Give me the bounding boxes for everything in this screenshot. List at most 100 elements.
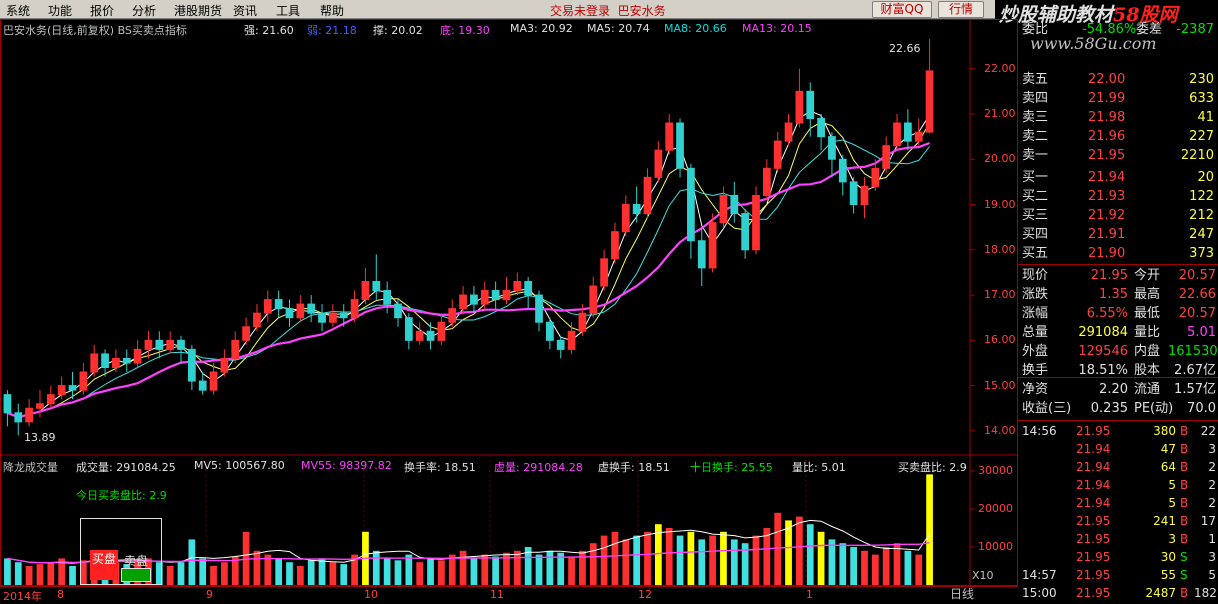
quote-cell: 22.66	[1178, 287, 1216, 302]
volume-bar	[698, 539, 706, 585]
volume-bar	[861, 550, 868, 585]
volume-bar	[676, 535, 684, 585]
quote-cell: 卖一	[1022, 148, 1049, 163]
quote-cell: -54.86%	[1082, 22, 1137, 37]
menu-item-hk-futures[interactable]: 港股期货	[174, 2, 222, 19]
candle-body	[144, 339, 153, 350]
volume-bar	[318, 558, 326, 585]
quote-row: 15:00 21.95 2487 B 182	[1018, 584, 1218, 602]
volume-bar	[470, 558, 478, 585]
quote-cell: S	[1180, 550, 1188, 564]
quote-cell: B	[1180, 496, 1189, 510]
volume-bar	[340, 564, 348, 585]
candle-body	[697, 240, 706, 269]
quote-cell: 21.94	[1088, 170, 1126, 185]
price-tick-label: 22.00	[984, 61, 1016, 75]
quote-cell: 21.99	[1088, 91, 1126, 106]
volume-bar	[839, 543, 847, 585]
candle-body	[838, 158, 847, 183]
quote-cell: 64	[1160, 460, 1176, 474]
quote-row: 21.94 64 B 2	[1018, 458, 1218, 476]
quote-cell: 21.95	[1076, 586, 1111, 600]
quote-cell: 1.57亿	[1174, 382, 1216, 397]
volume-bar	[828, 539, 836, 585]
volume-bar	[926, 474, 933, 585]
volume-bar	[383, 558, 391, 585]
quote-cell: 5	[1168, 478, 1176, 492]
ten-day-turnover: 十日换手: 25.55	[690, 461, 773, 474]
volume-bar	[904, 550, 912, 585]
candle-body	[329, 312, 337, 323]
quote-cell: 633	[1189, 91, 1214, 106]
price-tick-label: 21.00	[984, 106, 1016, 120]
quote-cell: 21.95	[1076, 514, 1111, 528]
volume-bar	[546, 550, 554, 585]
volume-bar	[307, 560, 315, 585]
quote-button[interactable]: 行情	[938, 1, 984, 18]
quote-cell: 外盘	[1022, 344, 1049, 359]
menu-item-analysis[interactable]: 分析	[132, 2, 156, 19]
quote-cell: 21.95	[1076, 568, 1111, 582]
volume-bar	[882, 547, 890, 585]
panel-separator	[1018, 420, 1218, 421]
quote-cell: 21.95	[1076, 424, 1111, 438]
quote-cell: 14:56	[1022, 424, 1057, 438]
menu-item-quote[interactable]: 报价	[90, 2, 114, 19]
candle-body	[437, 321, 446, 341]
menu-item-tools[interactable]: 工具	[276, 2, 300, 19]
menu-item-help[interactable]: 帮助	[320, 2, 344, 19]
volume-bar	[796, 516, 803, 585]
volume-bar	[709, 535, 716, 585]
volume-bar	[14, 562, 22, 585]
daily-tab[interactable]: 日线	[950, 585, 974, 602]
quote-cell: B	[1180, 442, 1189, 456]
candle-body	[101, 353, 109, 369]
menu-item-function[interactable]: 功能	[48, 2, 72, 19]
quote-cell: 15:00	[1022, 586, 1057, 600]
candle-body	[893, 122, 901, 147]
candle-body	[209, 371, 218, 391]
candle-body	[773, 140, 782, 169]
candle-body	[296, 303, 305, 319]
mv5-value: MV5: 100567.80	[194, 459, 285, 472]
quote-row: 收益(三) 0.235 PE(动) 70.0	[1018, 399, 1218, 418]
volume-bar	[687, 531, 695, 585]
quote-cell: 55	[1160, 568, 1176, 582]
wealth-qq-button[interactable]: 财富QQ	[872, 1, 932, 18]
candle-body	[112, 357, 120, 369]
volume-bar	[199, 558, 207, 585]
price-tick-label: 17.00	[984, 288, 1016, 302]
quote-cell: 今开	[1134, 268, 1161, 283]
virtual-turnover: 虚换手: 18.51	[598, 461, 670, 474]
menu-item-system[interactable]: 系统	[6, 2, 30, 19]
ma3-value: MA3: 20.92	[510, 22, 573, 35]
ma-qiang: 强: 21.60	[244, 24, 294, 37]
candle-body	[285, 308, 294, 319]
candle-body	[470, 294, 478, 305]
chart-title: 巴安水务(日线,前复权) BS买卖点指标	[3, 24, 187, 37]
quote-cell: 2	[1208, 496, 1216, 510]
volume-bar	[644, 531, 651, 585]
candle-body	[654, 149, 663, 178]
quote-cell: 最低	[1134, 306, 1161, 321]
candle-body	[459, 294, 467, 310]
volume-ratio: 量比: 5.01	[792, 461, 846, 474]
quote-row: 外盘 129546 内盘 161530	[1018, 342, 1218, 361]
candle-body	[155, 339, 164, 350]
quote-cell: 70.0	[1187, 401, 1216, 416]
quote-cell: 20	[1197, 170, 1214, 185]
ma-di: 底: 19.30	[440, 24, 490, 37]
quote-cell: B	[1180, 478, 1189, 492]
candle-body	[263, 299, 272, 314]
menu-item-news[interactable]: 资讯	[233, 2, 257, 19]
volume-bar	[286, 562, 293, 585]
candle-body	[643, 176, 652, 215]
quote-cell: 373	[1189, 246, 1214, 261]
candle-body	[806, 90, 815, 119]
quote-cell: 3	[1168, 532, 1176, 546]
quote-row: 涨跌 1.35 最高 22.66	[1018, 285, 1218, 304]
candle-body	[220, 357, 229, 373]
month-1: 1	[806, 588, 813, 601]
price-tick-label: 18.00	[984, 242, 1016, 256]
volume-title: 降龙成交量	[3, 461, 58, 474]
